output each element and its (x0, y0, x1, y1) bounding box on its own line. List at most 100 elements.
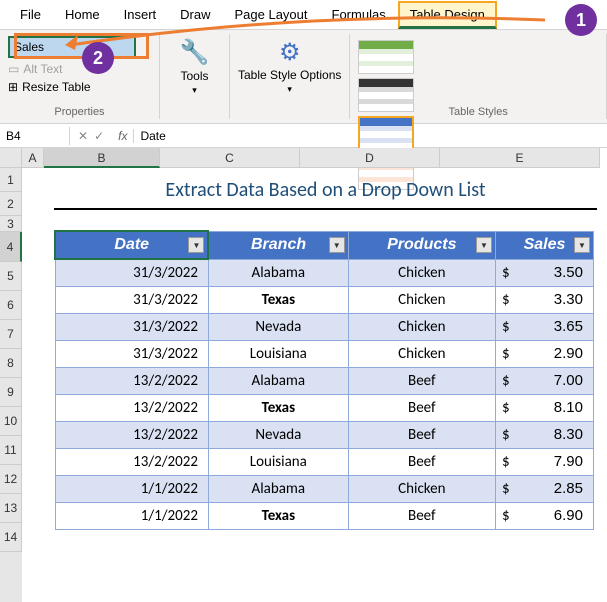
resize-icon: ⊞ (8, 80, 18, 94)
cell-branch[interactable]: Alabama (208, 476, 348, 503)
style-preview-blue-selected[interactable] (358, 116, 414, 152)
cell-date[interactable]: 13/2/2022 (55, 368, 208, 395)
cell-sales[interactable]: $3.50 (495, 259, 593, 287)
table-row[interactable]: 1/1/2022AlabamaChicken$2.85 (55, 476, 594, 503)
cell-branch[interactable]: Alabama (208, 368, 348, 395)
row-header-11[interactable]: 11 (0, 436, 22, 465)
fx-label[interactable]: fx (112, 129, 134, 143)
cell-products[interactable]: Beef (348, 368, 495, 395)
table-row[interactable]: 31/3/2022LouisianaChicken$2.90 (55, 341, 594, 368)
cell-sales[interactable]: $8.10 (495, 395, 593, 422)
filter-dropdown-icon[interactable]: ▼ (574, 237, 590, 253)
col-header-B[interactable]: B (44, 148, 160, 168)
row-header-4[interactable]: 4 (0, 232, 22, 262)
cell-products[interactable]: Beef (348, 395, 495, 422)
formula-buttons: ✕ ✓ (70, 129, 112, 143)
cell-branch[interactable]: Louisiana (208, 449, 348, 476)
cell-date[interactable]: 13/2/2022 (55, 395, 208, 422)
cell-branch[interactable]: Nevada (208, 314, 348, 341)
cell-products[interactable]: Chicken (348, 287, 495, 314)
table-row[interactable]: 13/2/2022NevadaBeef$8.30 (55, 422, 594, 449)
cancel-icon[interactable]: ✕ (78, 129, 88, 143)
row-header-5[interactable]: 5 (0, 262, 22, 291)
cell-products[interactable]: Beef (348, 422, 495, 449)
cell-date[interactable]: 31/3/2022 (55, 287, 208, 314)
cell-branch[interactable]: Texas (208, 503, 348, 530)
header-branch[interactable]: Branch ▼ (208, 231, 348, 259)
cell-branch[interactable]: Nevada (208, 422, 348, 449)
chevron-down-icon: ▾ (287, 84, 292, 95)
callout-2: 2 (82, 42, 114, 74)
row-header-9[interactable]: 9 (0, 378, 22, 407)
alt-text-button: ▭ Alt Text (8, 62, 151, 76)
row-header-3[interactable]: 3 (0, 216, 22, 232)
row-header-8[interactable]: 8 (0, 349, 22, 378)
resize-table-button[interactable]: ⊞ Resize Table (8, 80, 151, 94)
table-row[interactable]: 13/2/2022LouisianaBeef$7.90 (55, 449, 594, 476)
cell-branch[interactable]: Texas (208, 395, 348, 422)
cell-date[interactable]: 31/3/2022 (55, 314, 208, 341)
cell-branch[interactable]: Alabama (208, 259, 348, 287)
cell-branch[interactable]: Texas (208, 287, 348, 314)
grid-body[interactable]: Extract Data Based on a Drop Down List D… (22, 168, 607, 602)
sheet-title: Extract Data Based on a Drop Down List (54, 172, 597, 210)
cell-date[interactable]: 1/1/2022 (55, 503, 208, 530)
cell-sales[interactable]: $3.30 (495, 287, 593, 314)
header-date[interactable]: Date▼ (55, 231, 208, 259)
cell-date[interactable]: 13/2/2022 (55, 449, 208, 476)
cell-sales[interactable]: $6.90 (495, 503, 593, 530)
enter-icon[interactable]: ✓ (94, 129, 104, 143)
row-header-13[interactable]: 13 (0, 494, 22, 523)
cell-products[interactable]: Chicken (348, 259, 495, 287)
name-box[interactable]: B4 (0, 127, 70, 145)
table-row[interactable]: 1/1/2022TexasBeef$6.90 (55, 503, 594, 530)
cell-date[interactable]: 1/1/2022 (55, 476, 208, 503)
cell-products[interactable]: Chicken (348, 314, 495, 341)
table-row[interactable]: 13/2/2022TexasBeef$8.10 (55, 395, 594, 422)
header-label: Branch (251, 236, 306, 253)
col-header-C[interactable]: C (160, 148, 300, 168)
filter-dropdown-icon[interactable]: ▼ (188, 237, 204, 253)
header-label: Sales (524, 236, 566, 253)
cell-sales[interactable]: $2.90 (495, 341, 593, 368)
cell-sales[interactable]: $3.65 (495, 314, 593, 341)
cell-products[interactable]: Chicken (348, 341, 495, 368)
cell-sales[interactable]: $2.85 (495, 476, 593, 503)
resize-table-label: Resize Table (22, 80, 90, 94)
alt-text-icon: ▭ (8, 62, 19, 76)
row-header-10[interactable]: 10 (0, 407, 22, 436)
cell-date[interactable]: 31/3/2022 (55, 341, 208, 368)
cell-sales[interactable]: $7.90 (495, 449, 593, 476)
cell-branch[interactable]: Louisiana (208, 341, 348, 368)
table-row[interactable]: 31/3/2022TexasChicken$3.30 (55, 287, 594, 314)
filter-dropdown-icon[interactable]: ▼ (329, 237, 345, 253)
table-row[interactable]: 31/3/2022AlabamaChicken$3.50 (55, 259, 594, 287)
row-headers: 1234567891011121314 (0, 168, 22, 602)
row-header-1[interactable]: 1 (0, 168, 22, 192)
cell-date[interactable]: 13/2/2022 (55, 422, 208, 449)
cell-products[interactable]: Beef (348, 449, 495, 476)
filter-dropdown-icon[interactable]: ▼ (476, 237, 492, 253)
row-header-2[interactable]: 2 (0, 192, 22, 216)
cell-sales[interactable]: $8.30 (495, 422, 593, 449)
row-header-7[interactable]: 7 (0, 320, 22, 349)
cell-products[interactable]: Chicken (348, 476, 495, 503)
cell-sales[interactable]: $7.00 (495, 368, 593, 395)
row-header-6[interactable]: 6 (0, 291, 22, 320)
row-header-12[interactable]: 12 (0, 465, 22, 494)
options-label: Table Style Options (238, 69, 341, 82)
col-header-E[interactable]: E (440, 148, 600, 168)
col-header-A[interactable]: A (22, 148, 44, 168)
formula-bar: B4 ✕ ✓ fx (0, 124, 607, 148)
table-row[interactable]: 13/2/2022AlabamaBeef$7.00 (55, 368, 594, 395)
group-label-properties: Properties (0, 106, 159, 118)
header-products[interactable]: Products▼ (348, 231, 495, 259)
cell-products[interactable]: Beef (348, 503, 495, 530)
table-row[interactable]: 31/3/2022NevadaChicken$3.65 (55, 314, 594, 341)
cell-date[interactable]: 31/3/2022 (55, 259, 208, 287)
header-sales[interactable]: Sales ▼ (495, 231, 593, 259)
row-header-14[interactable]: 14 (0, 523, 22, 552)
select-all-corner[interactable] (0, 148, 22, 168)
col-header-D[interactable]: D (300, 148, 440, 168)
tab-file[interactable]: File (8, 1, 53, 28)
